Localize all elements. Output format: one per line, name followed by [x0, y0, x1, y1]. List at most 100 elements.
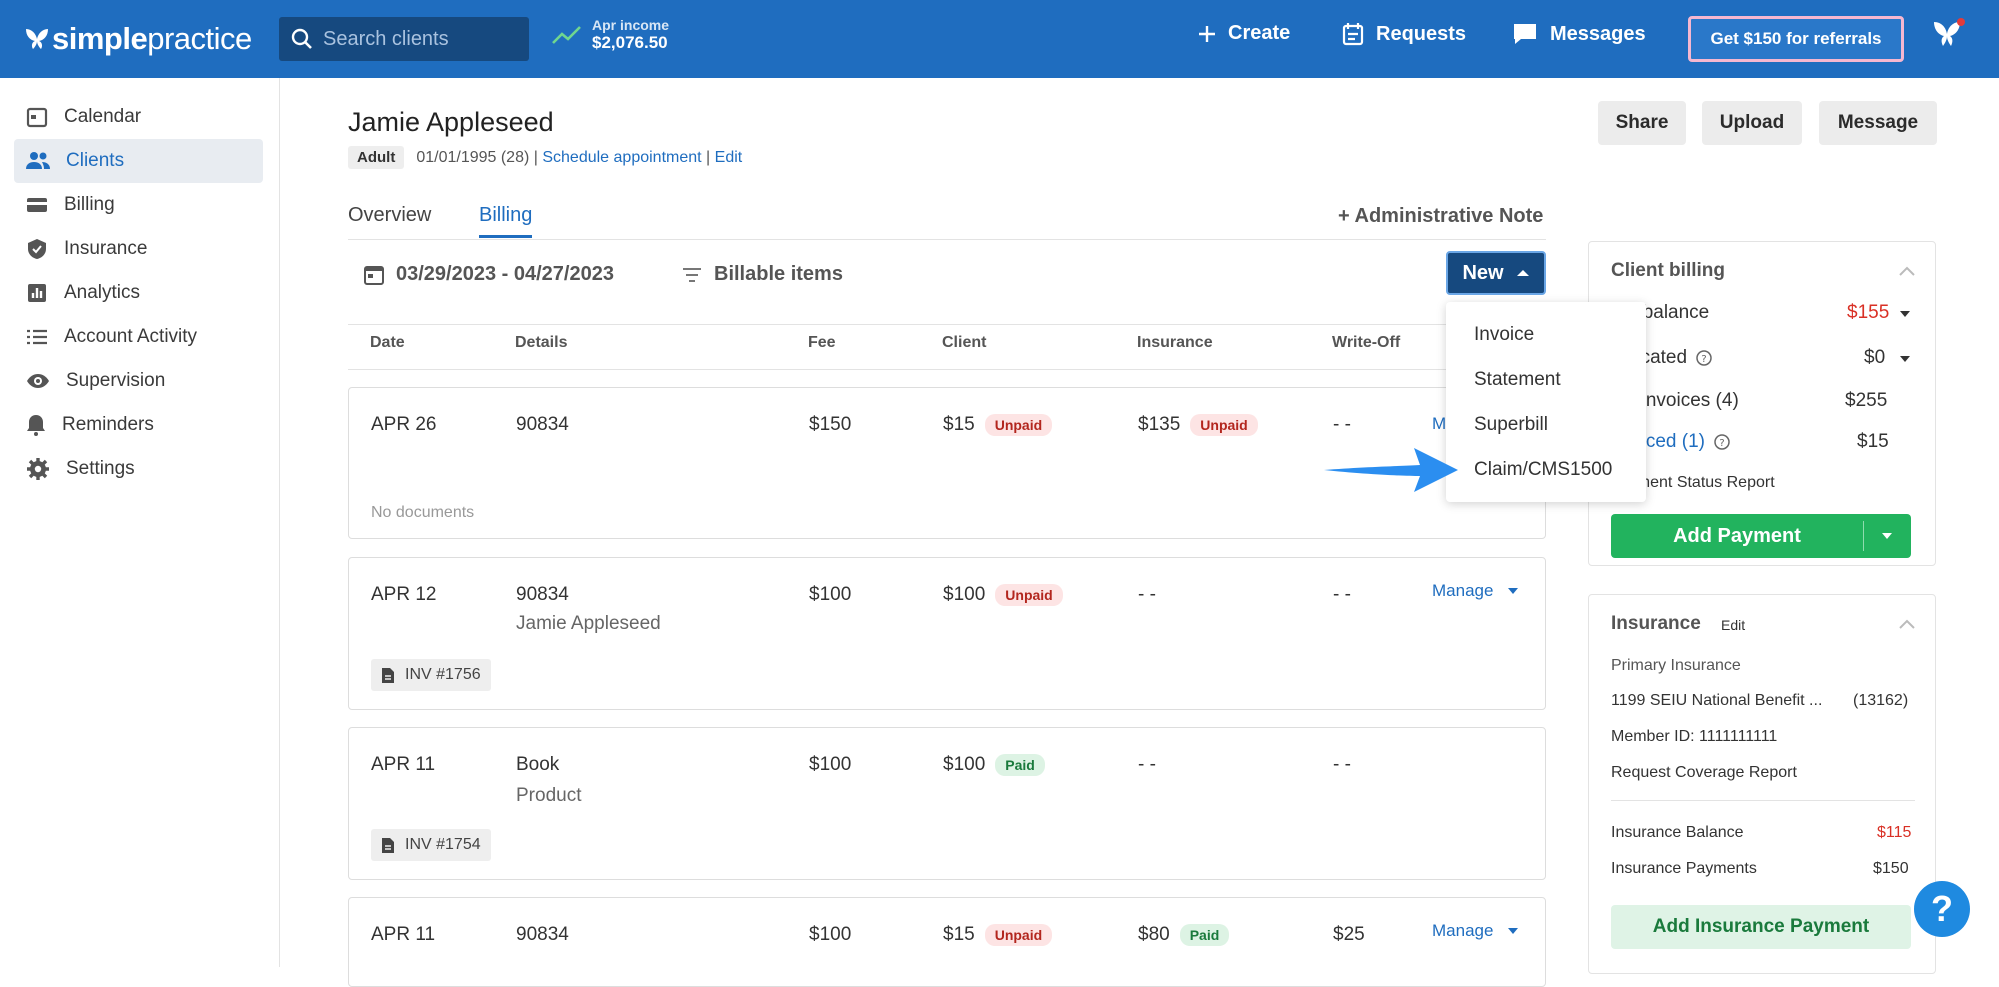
butterfly-avatar-icon [1934, 18, 1965, 46]
table-row: APR 11 90834 $100 $15 Unpaid $80 Paid $25 … [348, 897, 1546, 987]
simplepractice-logo[interactable]: simple practice [24, 20, 252, 58]
income-widget[interactable]: Apr income $2,076.50 [552, 17, 669, 53]
sidebar-item-clients[interactable]: Clients [14, 139, 263, 183]
menu-item-superbill[interactable]: Superbill [1474, 414, 1548, 436]
manage-dropdown[interactable]: Manage [1432, 581, 1519, 601]
client-amount: $15 [943, 924, 975, 946]
status-badge: Unpaid [995, 584, 1063, 606]
request-coverage-report-link[interactable]: Request Coverage Report [1611, 764, 1797, 782]
tab-billing[interactable]: Billing [479, 204, 533, 238]
sidebar-item-label: Supervision [66, 370, 166, 391]
date-range-picker[interactable]: 03/29/2023 - 04/27/2023 [364, 263, 614, 286]
insurance-amount: $135 [1138, 414, 1181, 436]
administrative-note-button[interactable]: + Administrative Note [1338, 205, 1543, 228]
row-date: APR 11 [371, 754, 436, 775]
client-amount: $100 [943, 584, 986, 606]
search-input[interactable] [323, 27, 513, 51]
sidebar-item-account-activity[interactable]: Account Activity [14, 315, 263, 359]
add-insurance-payment-button[interactable]: Add Insurance Payment [1611, 905, 1911, 949]
create-button[interactable]: Create [1198, 22, 1290, 45]
row-client-amount: $100 Unpaid [943, 584, 1063, 606]
logo-text-bold: simple [52, 21, 148, 56]
manage-link[interactable]: M [1432, 414, 1446, 434]
message-button[interactable]: Message [1819, 101, 1937, 145]
schedule-appointment-link[interactable]: Schedule appointment [542, 149, 701, 167]
sidebar-item-billing[interactable]: Billing [14, 183, 263, 227]
primary-insurance-label: Primary Insurance [1611, 657, 1741, 674]
billing-filter-row: 03/29/2023 - 04/27/2023 Billable items [348, 241, 1546, 325]
sidebar-item-label: Analytics [64, 282, 141, 303]
insurance-payments-label: Insurance Payments [1611, 860, 1757, 877]
menu-item-claim-cms1500[interactable]: Claim/CMS1500 [1474, 459, 1612, 481]
row-date: APR 26 [371, 414, 437, 435]
add-payment-button[interactable]: Add Payment [1611, 514, 1911, 558]
filter-icon [683, 267, 701, 282]
insurance-edit-link[interactable]: Edit [1721, 617, 1745, 633]
caret-down-icon[interactable] [1899, 355, 1911, 363]
chart-icon [28, 284, 46, 302]
billable-items-filter[interactable]: Billable items [682, 263, 843, 286]
invoice-chip[interactable]: INV #1754 [371, 829, 491, 861]
svg-text:?: ? [1720, 438, 1725, 449]
messages-label: Messages [1550, 22, 1646, 45]
insurance-balance-label: Insurance Balance [1611, 824, 1744, 841]
create-label: Create [1228, 22, 1291, 44]
sidebar-item-label: Insurance [64, 238, 148, 259]
sidebar-item-label: Clients [66, 150, 125, 171]
caret-down-icon[interactable] [1899, 310, 1911, 318]
menu-item-invoice[interactable]: Invoice [1474, 324, 1534, 346]
invoice-chip[interactable]: INV #1756 [371, 659, 491, 691]
sidebar-item-supervision[interactable]: Supervision [14, 359, 263, 403]
gear-icon [27, 458, 49, 480]
help-circle-icon[interactable]: ? [1714, 434, 1731, 450]
upload-button[interactable]: Upload [1702, 101, 1802, 145]
new-button[interactable]: New [1446, 251, 1546, 295]
row-client-amount: $15 Unpaid [943, 924, 1053, 946]
client-meta: Adult 01/01/1995 (28) | Schedule appoint… [348, 146, 742, 169]
requests-label: Requests [1376, 22, 1467, 45]
column-header-fee: Fee [808, 334, 836, 351]
help-circle-icon[interactable]: ? [1696, 350, 1713, 366]
tab-overview[interactable]: Overview [348, 204, 431, 227]
caret-down-icon[interactable] [1881, 532, 1893, 540]
row-writeoff: - - [1333, 754, 1351, 775]
add-payment-label: Add Payment [1673, 524, 1801, 547]
referral-button[interactable]: Get $150 for referrals [1688, 16, 1904, 62]
income-value: $2,076.50 [592, 33, 668, 52]
separator: | [706, 148, 711, 166]
payer-link[interactable]: 1199 SEIU National Benefit ... [1611, 692, 1822, 710]
requests-button[interactable]: Requests [1342, 22, 1466, 46]
invoice-number: INV #1756 [405, 666, 481, 683]
help-button[interactable]: ? [1914, 881, 1970, 937]
sidebar-item-label: Reminders [62, 414, 154, 435]
client-dob: 01/01/1995 (28) | [416, 148, 538, 166]
share-button[interactable]: Share [1598, 101, 1686, 145]
sidebar-item-calendar[interactable]: Calendar [14, 95, 263, 139]
sidebar-item-label: Calendar [64, 106, 142, 127]
table-row: APR 12 90834 Jamie Appleseed $100 $100 Un… [348, 557, 1546, 710]
sidebar-item-reminders[interactable]: Reminders [14, 403, 263, 447]
member-id: Member ID: 1111111111 [1611, 728, 1778, 745]
row-insurance-amount: $135 Unpaid [1138, 414, 1258, 436]
manage-dropdown[interactable]: Manage [1432, 921, 1519, 941]
profile-menu[interactable] [1930, 16, 1966, 57]
chevron-up-icon[interactable] [1899, 619, 1915, 629]
logo-text-light: practice [147, 21, 252, 56]
sidebar-item-insurance[interactable]: Insurance [14, 227, 263, 271]
chevron-up-icon[interactable] [1899, 266, 1915, 276]
row-fee: $100 [809, 924, 852, 945]
sidebar-item-settings[interactable]: Settings [14, 447, 263, 491]
top-nav-bar: simplepractice Apr income $2,076.50 Crea… [0, 0, 1999, 78]
search-box[interactable] [279, 17, 529, 61]
row-client-amount: $100 Paid [943, 754, 1045, 776]
search-icon [291, 28, 312, 49]
income-label: Apr income [592, 17, 670, 33]
row-writeoff: - - [1333, 584, 1351, 605]
row-insurance-amount: - - [1138, 584, 1156, 605]
messages-button[interactable]: Messages [1512, 22, 1646, 46]
menu-item-statement[interactable]: Statement [1474, 369, 1561, 391]
row-writeoff: - - [1333, 414, 1351, 435]
edit-client-link[interactable]: Edit [715, 149, 743, 167]
uninvoiced-value: $15 [1857, 431, 1889, 452]
sidebar-item-analytics[interactable]: Analytics [14, 271, 263, 315]
